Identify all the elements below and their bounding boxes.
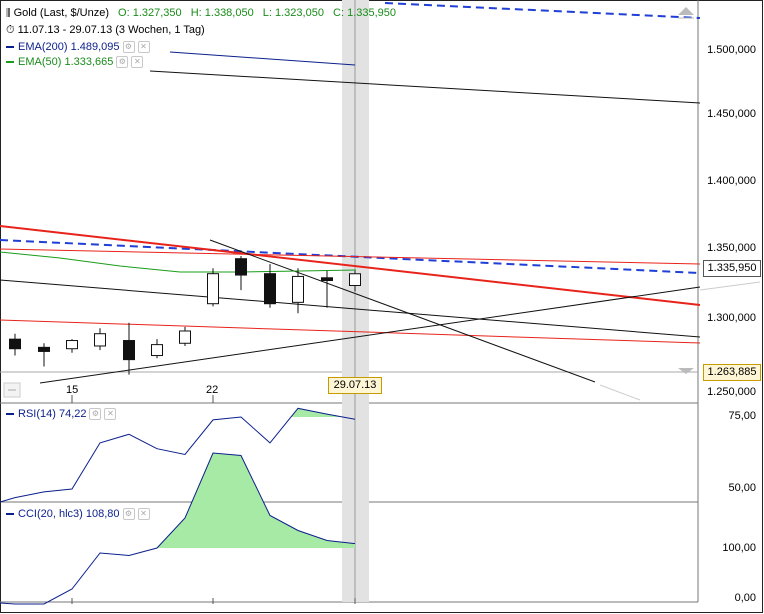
close-icon[interactable]: ✕ bbox=[131, 56, 144, 69]
rsi-tick-75: 75,00 bbox=[728, 410, 756, 422]
cci-legend[interactable]: CCI(20, hlc3) 108,80 ⚙ ✕ bbox=[6, 508, 150, 521]
candle-body bbox=[321, 277, 333, 282]
scroll-down-icon[interactable] bbox=[678, 368, 694, 374]
candle-body bbox=[94, 333, 106, 347]
header-line-1: ⫼ Gold (Last, $/Unze) O: 1.327,350 H: 1.3… bbox=[6, 7, 396, 20]
candle bbox=[94, 328, 106, 351]
candle-body bbox=[235, 258, 247, 276]
cci-tick-100: 100,00 bbox=[722, 542, 756, 554]
close-icon[interactable]: ✕ bbox=[137, 508, 150, 521]
candle bbox=[235, 255, 247, 291]
candle-body bbox=[264, 273, 276, 305]
candle bbox=[66, 339, 78, 353]
high-value: H: 1.338,050 bbox=[190, 7, 254, 19]
x-label-22: 22 bbox=[206, 384, 219, 396]
header-line-2: ⏱ 11.07.13 - 29.07.13 (3 Wochen, 1 Tag) bbox=[6, 24, 205, 37]
close-icon[interactable]: ✕ bbox=[137, 41, 150, 54]
candle-body bbox=[66, 340, 78, 350]
trendline-extension bbox=[699, 281, 761, 291]
rsi-legend[interactable]: RSI(14) 74,22 ⚙ ✕ bbox=[6, 408, 117, 421]
ema50-label: EMA(50) 1.333,665 bbox=[18, 56, 114, 68]
price-tick-1450: 1.450,000 bbox=[707, 108, 756, 120]
rsi-label: RSI(14) 74,22 bbox=[18, 408, 87, 420]
open-value: O: 1.327,350 bbox=[118, 7, 182, 19]
trendline-black-rising[interactable] bbox=[39, 286, 701, 384]
settings-icon[interactable]: ⚙ bbox=[89, 408, 102, 421]
price-tick-1400: 1.400,000 bbox=[707, 175, 756, 187]
low-value: L: 1.323,050 bbox=[262, 7, 324, 19]
candle bbox=[321, 270, 333, 308]
price-tick-1350: 1.350,000 bbox=[707, 242, 756, 254]
crosshair-date-box: 29.07.13 bbox=[328, 377, 382, 394]
settings-icon[interactable]: ⚙ bbox=[122, 508, 135, 521]
level-price-box: 1.263,885 bbox=[703, 364, 761, 381]
settings-icon[interactable]: ⚙ bbox=[122, 41, 135, 54]
candle bbox=[179, 326, 191, 346]
candle-body bbox=[151, 344, 163, 357]
settings-icon[interactable]: ⚙ bbox=[116, 56, 129, 69]
chart-canvas bbox=[0, 0, 763, 613]
candle-body bbox=[179, 330, 191, 344]
candle-body bbox=[292, 275, 304, 303]
candle-body bbox=[9, 338, 21, 350]
candlesticks bbox=[9, 255, 361, 375]
candle-body bbox=[38, 346, 50, 352]
close-icon[interactable]: ✕ bbox=[104, 408, 117, 421]
current-price-box: 1.335,950 bbox=[703, 260, 761, 277]
cci-label: CCI(20, hlc3) 108,80 bbox=[18, 508, 120, 520]
price-tick-1300: 1.300,000 bbox=[707, 312, 756, 324]
ema200-swatch bbox=[6, 46, 14, 49]
instrument-title: Gold (Last, $/Unze) bbox=[13, 7, 109, 19]
price-tick-1250: 1.250,000 bbox=[707, 386, 756, 398]
candle bbox=[123, 322, 135, 375]
close-value: C: 1.335,950 bbox=[333, 7, 397, 19]
candle bbox=[151, 339, 163, 359]
x-label-15: 15 bbox=[66, 384, 79, 396]
rsi-tick-50: 50,00 bbox=[728, 482, 756, 494]
candle bbox=[207, 268, 219, 307]
clock-icon: ⏱ bbox=[6, 24, 15, 36]
cci-tick-0: 0,00 bbox=[734, 592, 756, 604]
cci-overbought-fill bbox=[157, 453, 355, 548]
candle-body bbox=[207, 273, 219, 305]
ema50-legend[interactable]: EMA(50) 1.333,665 ⚙ ✕ bbox=[6, 56, 144, 69]
ema200-line bbox=[169, 51, 356, 66]
trendline-extension-2 bbox=[599, 384, 641, 401]
ema50-swatch bbox=[6, 61, 14, 64]
candle bbox=[9, 333, 21, 356]
period-text: 11.07.13 - 29.07.13 (3 Wochen, 1 Tag) bbox=[17, 24, 205, 36]
rsi-swatch bbox=[6, 413, 14, 416]
candle bbox=[292, 268, 304, 314]
cci-plot bbox=[0, 452, 356, 605]
candle bbox=[38, 343, 50, 367]
candle bbox=[264, 264, 276, 308]
ema200-label: EMA(200) 1.489,095 bbox=[18, 41, 120, 53]
candlestick-icon: ⫼ bbox=[6, 8, 11, 19]
trendline-black-upper[interactable] bbox=[149, 70, 701, 104]
rsi-line bbox=[0, 407, 356, 503]
rsi-plot bbox=[0, 407, 356, 503]
cci-swatch bbox=[6, 513, 14, 516]
scroll-up-icon[interactable] bbox=[678, 7, 694, 15]
candle-body bbox=[123, 340, 135, 361]
ema200-legend[interactable]: EMA(200) 1.489,095 ⚙ ✕ bbox=[6, 41, 150, 54]
price-tick-1500: 1.500,000 bbox=[707, 44, 756, 56]
candle-body bbox=[349, 273, 361, 286]
trendline-blue-dashed-top[interactable] bbox=[384, 2, 701, 19]
